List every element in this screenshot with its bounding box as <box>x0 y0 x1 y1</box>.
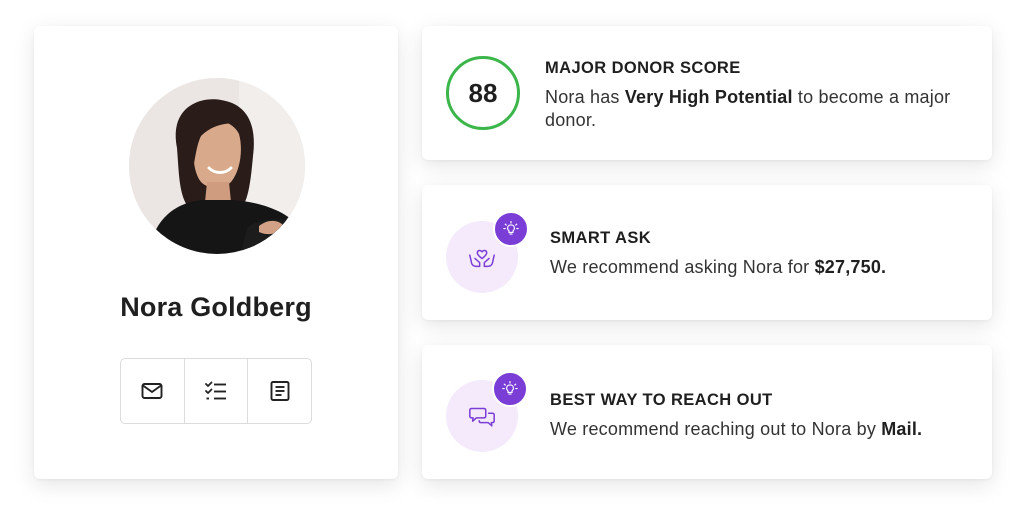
lightbulb-icon <box>502 381 518 395</box>
hands-heart-icon <box>469 249 495 268</box>
major-donor-score-card: 88 MAJOR DONOR SCORE Nora has Very High … <box>422 26 992 160</box>
avatar <box>129 78 305 254</box>
profile-card: Nora Goldberg <box>34 26 398 479</box>
mail-icon <box>141 383 163 399</box>
checklist-icon <box>205 381 226 400</box>
reach-out-body: We recommend reaching out to Nora by Mai… <box>550 418 964 441</box>
reach-out-card: BEST WAY TO REACH OUT We recommend reach… <box>422 345 992 479</box>
notes-button[interactable] <box>247 359 311 423</box>
score-card-title: MAJOR DONOR SCORE <box>545 59 741 77</box>
reach-out-method: Mail. <box>881 419 923 439</box>
reach-out-text: BEST WAY TO REACH OUT We recommend reach… <box>550 391 964 441</box>
score-ring: 88 <box>446 56 520 130</box>
reach-out-title: BEST WAY TO REACH OUT <box>550 391 773 409</box>
reach-out-body-prefix: We recommend reaching out to Nora by <box>550 419 882 439</box>
score-card-text: MAJOR DONOR SCORE Nora has Very High Pot… <box>545 59 964 132</box>
smart-ask-text: SMART ASK We recommend asking Nora for $… <box>550 229 964 279</box>
chat-bubbles-icon <box>469 407 495 427</box>
lightbulb-badge <box>492 371 528 407</box>
profile-name: Nora Goldberg <box>120 292 312 322</box>
lightbulb-icon <box>503 221 519 235</box>
smart-ask-body-prefix: We recommend asking Nora for <box>550 257 815 277</box>
smart-ask-title: SMART ASK <box>550 229 652 247</box>
tasks-button[interactable] <box>183 359 248 423</box>
score-body-prefix: Nora has <box>545 87 625 107</box>
smart-ask-card: SMART ASK We recommend asking Nora for $… <box>422 185 992 320</box>
email-button[interactable] <box>121 359 184 423</box>
lightbulb-badge <box>493 211 529 247</box>
score-card-body: Nora has Very High Potential to become a… <box>545 86 964 132</box>
avatar-photo <box>129 78 305 254</box>
score-body-strong: Very High Potential <box>624 87 793 107</box>
smart-ask-body: We recommend asking Nora for $27,750. <box>550 256 964 279</box>
smart-ask-amount: $27,750. <box>814 257 887 277</box>
contact-actions <box>120 358 312 424</box>
notes-icon <box>270 381 290 401</box>
